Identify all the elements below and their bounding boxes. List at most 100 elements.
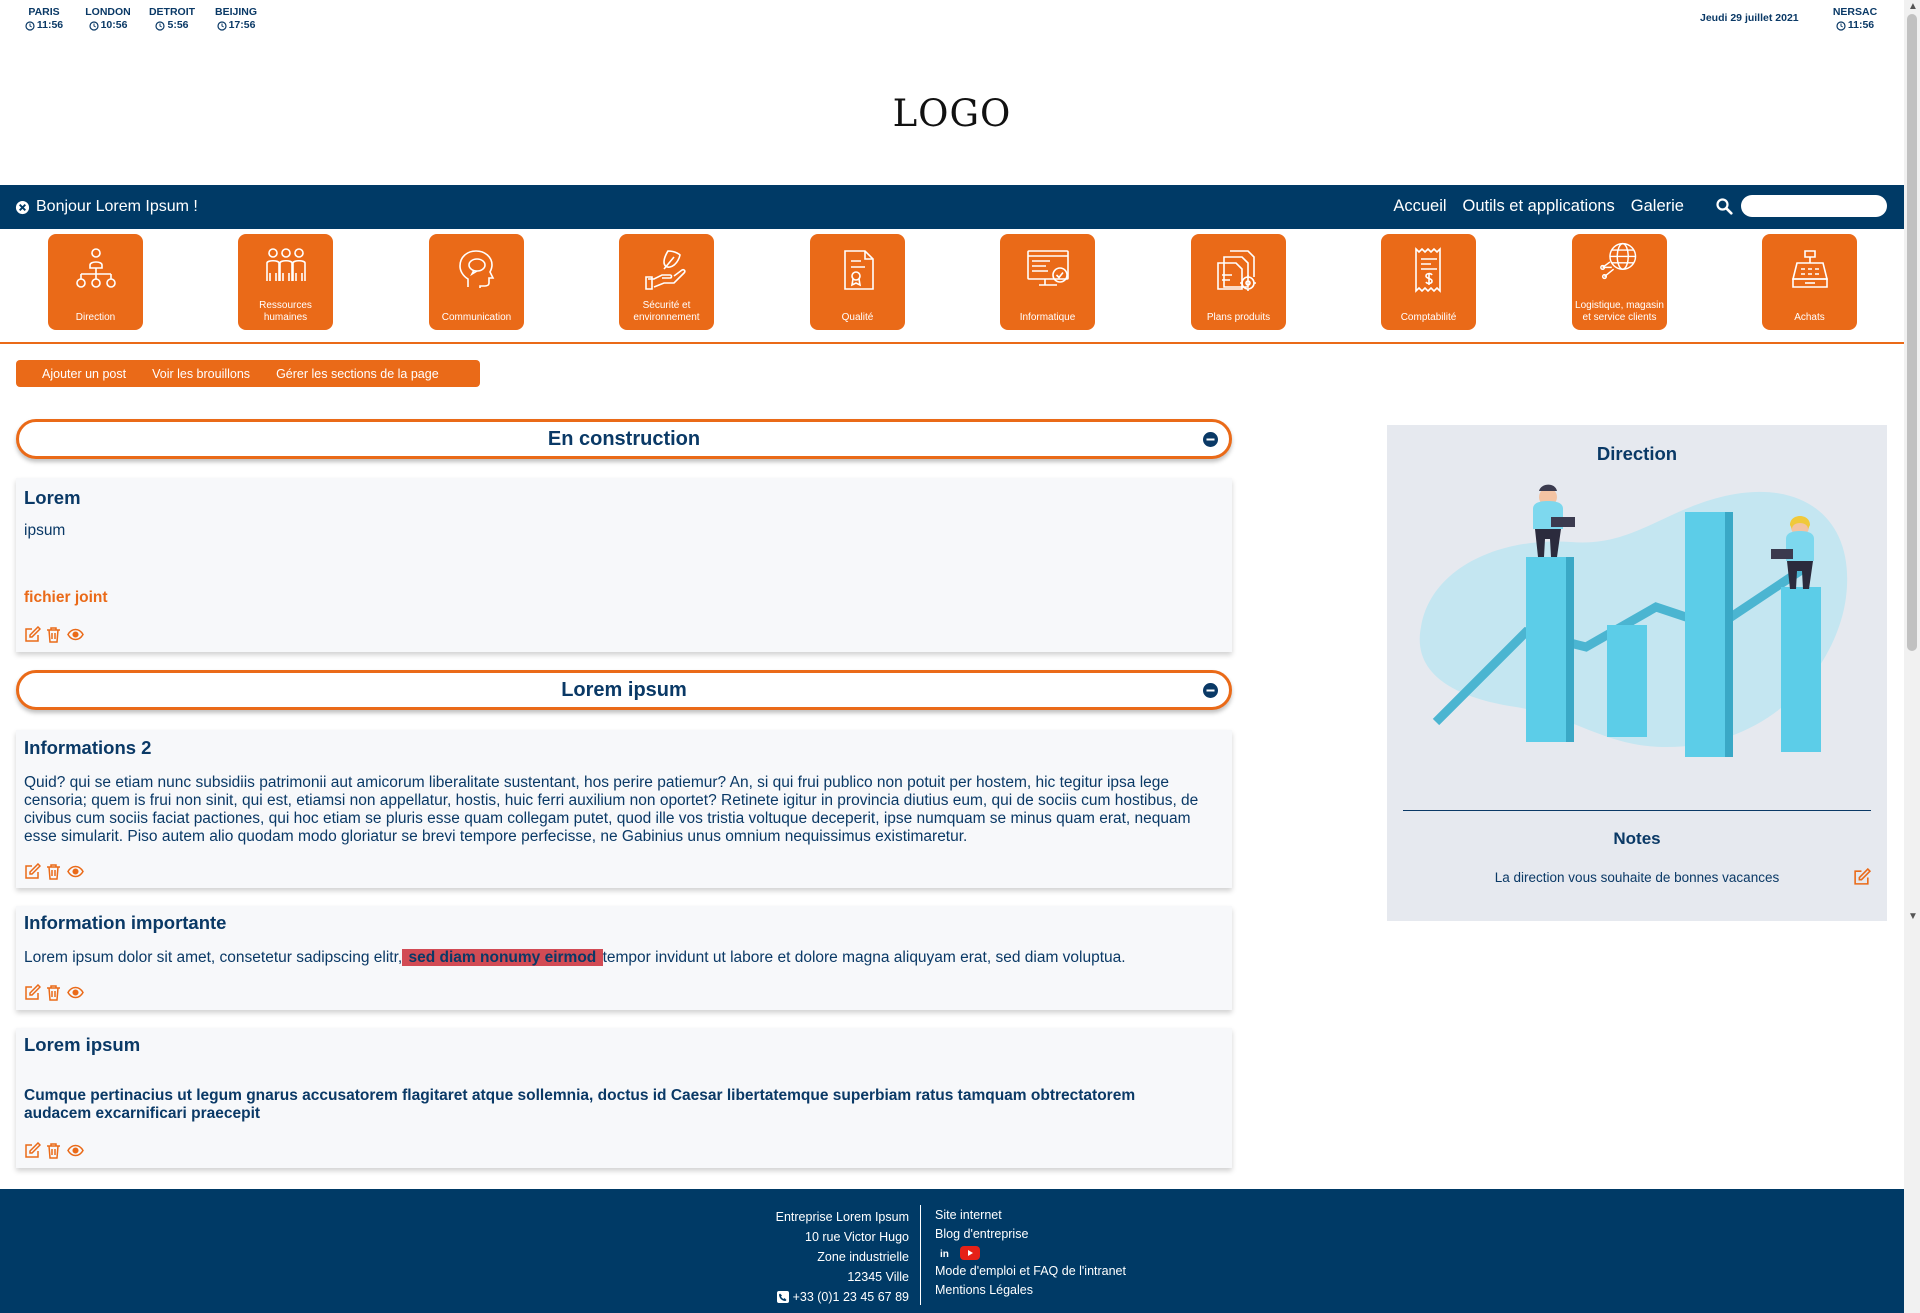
site-logo[interactable]: LOGO (0, 92, 1904, 135)
add-post-button[interactable]: Ajouter un post (42, 367, 126, 381)
post-card: Information importante Lorem ipsum dolor… (16, 906, 1232, 1010)
phone-number: +33 (0)1 23 45 67 89 (792, 1290, 909, 1304)
post-body: Cumque pertinacius ut legum gnarus accus… (24, 1087, 1136, 1122)
clock-icon (1836, 20, 1846, 31)
edit-icon[interactable] (24, 626, 41, 643)
tile-logistique[interactable]: Logistique, magasin et service clients (1572, 234, 1667, 330)
tile-informatique[interactable]: Informatique (1000, 234, 1095, 330)
scrollbar-thumb[interactable] (1907, 14, 1917, 651)
page-scrollbar[interactable]: ▲ ▼ (1904, 0, 1920, 1313)
footer-link-faq[interactable]: Mode d'emploi et FAQ de l'intranet (935, 1262, 1126, 1281)
view-drafts-button[interactable]: Voir les brouillons (152, 367, 250, 381)
nav-link-galerie[interactable]: Galerie (1631, 197, 1684, 216)
footer-divider (920, 1205, 921, 1305)
footer-link-site[interactable]: Site internet (935, 1206, 1126, 1225)
tile-label: Informatique (1019, 312, 1076, 323)
tile-label: Direction (75, 312, 116, 323)
tile-label: Qualité (841, 312, 874, 323)
tile-communication[interactable]: Communication (429, 234, 524, 330)
post-actions (24, 984, 85, 1001)
youtube-icon[interactable] (960, 1246, 980, 1260)
footer-link-legal[interactable]: Mentions Légales (935, 1281, 1126, 1300)
clock-icon (25, 20, 35, 31)
head-speech-icon (458, 250, 494, 288)
tile-ressources-humaines[interactable]: Ressources humaines (238, 234, 333, 330)
tile-comptabilite[interactable]: Comptabilité (1381, 234, 1476, 330)
highlighted-text: sed diam nonumy eirmod (402, 949, 603, 966)
company-name: Entreprise Lorem Ipsum (775, 1210, 909, 1224)
blueprint-gear-icon (1216, 250, 1256, 291)
nav-links: Accueil Outils et applications Galerie (1393, 197, 1684, 216)
search-icon[interactable] (1715, 197, 1733, 215)
certificate-icon (843, 250, 874, 290)
eye-icon[interactable] (66, 984, 85, 1001)
clock-beijing: BEIJING 17:56 (204, 6, 268, 32)
linkedin-text: in (940, 1249, 949, 1260)
tile-direction[interactable]: Direction (48, 234, 143, 330)
current-date: Jeudi 29 juillet 2021 (1700, 12, 1799, 24)
post-card: Lorem ipsum fichier joint (16, 478, 1232, 652)
greeting-text: Bonjour Lorem Ipsum ! (36, 198, 198, 215)
attachment-link[interactable]: fichier joint (24, 589, 1224, 607)
computer-check-icon (1026, 250, 1069, 286)
edit-icon[interactable] (1853, 868, 1871, 886)
body-text: Lorem ipsum dolor sit amet, consetetur s… (24, 949, 403, 966)
category-tiles: Direction Ressources humaines Communicat… (48, 234, 1858, 330)
edit-icon[interactable] (24, 984, 41, 1001)
linkedin-icon[interactable]: in (938, 1246, 952, 1260)
footer-link-blog[interactable]: Blog d'entreprise (935, 1225, 1126, 1244)
search-input[interactable] (1741, 195, 1887, 217)
post-actions (24, 626, 85, 643)
phone-line: +33 (0)1 23 45 67 89 (776, 1287, 909, 1307)
post-actions (24, 863, 85, 880)
tile-label: Comptabilité (1400, 312, 1457, 323)
tile-qualite[interactable]: Qualité (810, 234, 905, 330)
world-clocks: PARIS 11:56 LONDON 10:56 DETROIT 5:56 BE… (12, 6, 268, 32)
notes-text: La direction vous souhaite de bonnes vac… (1494, 870, 1780, 885)
post-title: Lorem ipsum (24, 1034, 141, 1055)
post-card: Lorem ipsum Cumque pertinacius ut legum … (16, 1028, 1232, 1168)
clock-detroit: DETROIT 5:56 (140, 6, 204, 32)
trash-icon[interactable] (45, 626, 62, 643)
scroll-up-arrow[interactable]: ▲ (1908, 2, 1918, 12)
trash-icon[interactable] (45, 984, 62, 1001)
direction-panel: Direction Notes La direction vous souhai… (1387, 425, 1887, 921)
tile-label: Sécurité et environnement (633, 300, 700, 323)
user-greeting[interactable]: Bonjour Lorem Ipsum ! (15, 198, 198, 216)
section-header-en-construction[interactable]: En construction (16, 419, 1232, 459)
address-line: 12345 Ville (847, 1270, 909, 1284)
tile-achats[interactable]: Achats (1762, 234, 1857, 330)
eye-icon[interactable] (66, 1142, 85, 1159)
manage-sections-button[interactable]: Gérer les sections de la page (276, 367, 439, 381)
tile-securite[interactable]: Sécurité et environnement (619, 234, 714, 330)
tile-label: Logistique, magasin et service clients (1575, 300, 1664, 323)
edit-icon[interactable] (24, 863, 41, 880)
nav-link-outils[interactable]: Outils et applications (1463, 197, 1615, 216)
logout-icon[interactable] (15, 200, 30, 215)
body-text: tempor invidunt ut labore et dolore magn… (602, 949, 1126, 966)
post-body: Lorem ipsum dolor sit amet, consetetur s… (24, 949, 1224, 967)
edit-icon[interactable] (24, 1142, 41, 1159)
nav-link-accueil[interactable]: Accueil (1393, 197, 1446, 216)
eye-icon[interactable] (66, 863, 85, 880)
tile-label: Achats (1794, 312, 1825, 323)
eye-icon[interactable] (66, 626, 85, 643)
clock-london: LONDON 10:56 (76, 6, 140, 32)
collapse-icon[interactable] (1202, 431, 1219, 448)
clock-city: PARIS (28, 6, 60, 18)
cash-register-icon (1791, 250, 1828, 288)
tile-label: Plans produits (1206, 312, 1271, 323)
address-line: 10 rue Victor Hugo (805, 1230, 909, 1244)
clock-city: DETROIT (148, 6, 196, 18)
collapse-icon[interactable] (1202, 682, 1219, 699)
post-title: Lorem (24, 487, 81, 508)
clock-time: 5:56 (167, 19, 189, 31)
tile-plans-produits[interactable]: Plans produits (1191, 234, 1286, 330)
clock-time: 10:56 (100, 19, 128, 31)
scroll-down-arrow[interactable]: ▼ (1908, 912, 1918, 922)
site-footer: Entreprise Lorem Ipsum 10 rue Victor Hug… (0, 1189, 1904, 1313)
trash-icon[interactable] (45, 1142, 62, 1159)
trash-icon[interactable] (45, 863, 62, 880)
section-header-lorem-ipsum[interactable]: Lorem ipsum (16, 670, 1232, 710)
main-navbar: Bonjour Lorem Ipsum ! Accueil Outils et … (0, 185, 1904, 229)
